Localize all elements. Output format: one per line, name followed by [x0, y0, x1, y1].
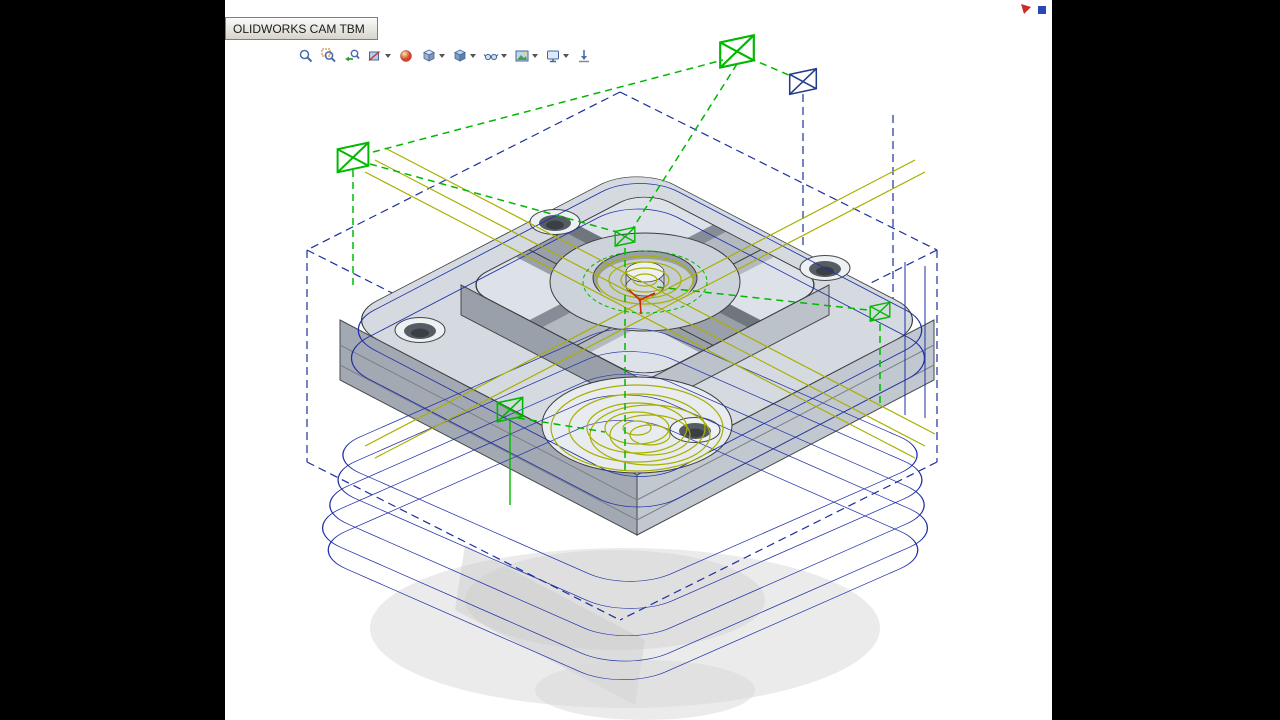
zoom-to-area-icon — [321, 48, 336, 63]
zoom-to-area-button[interactable] — [320, 47, 338, 65]
3d-view-arrow-button[interactable] — [575, 47, 593, 65]
hide-show-items-button[interactable] — [482, 47, 508, 65]
3d-view-arrow-icon — [579, 50, 589, 63]
solidworks-canvas: OLIDWORKS CAM TBM — [225, 0, 1052, 720]
apply-scene-button[interactable] — [513, 47, 539, 65]
view-settings-icon — [547, 50, 559, 63]
display-style-icon — [454, 49, 466, 62]
part-viewport[interactable] — [225, 0, 1052, 720]
hide-show-items-icon — [483, 53, 499, 61]
taskpane-blue-icon[interactable] — [1035, 2, 1048, 16]
tool-marker-navy — [788, 67, 818, 96]
tool-marker — [719, 34, 755, 69]
video-frame: OLIDWORKS CAM TBM — [0, 0, 1280, 720]
chevron-down-icon — [563, 54, 569, 58]
letterbox-right — [1052, 0, 1280, 720]
chevron-down-icon — [532, 54, 538, 58]
view-settings-button[interactable] — [544, 47, 570, 65]
window-controls — [1020, 2, 1048, 16]
previous-view-icon — [345, 49, 360, 62]
document-tab[interactable]: OLIDWORKS CAM TBM — [225, 17, 378, 40]
document-tab-label: OLIDWORKS CAM TBM — [233, 21, 365, 36]
floor-reflection — [370, 545, 880, 720]
zoom-to-fit-icon — [299, 49, 313, 63]
chevron-down-icon — [501, 54, 507, 58]
view-orientation-icon — [423, 49, 435, 62]
section-view-button[interactable] — [366, 47, 392, 65]
edit-appearance-icon — [400, 50, 412, 62]
chevron-down-icon — [470, 54, 476, 58]
letterbox-left — [0, 0, 225, 720]
previous-view-button[interactable] — [343, 47, 361, 65]
taskpane-red-icon[interactable] — [1020, 2, 1033, 16]
tool-marker — [336, 141, 370, 174]
chevron-down-icon — [439, 54, 445, 58]
section-view-icon — [368, 50, 380, 62]
zoom-to-fit-button[interactable] — [297, 47, 315, 65]
heads-up-toolbar — [297, 44, 593, 68]
view-orientation-button[interactable] — [420, 47, 446, 65]
display-style-button[interactable] — [451, 47, 477, 65]
chevron-down-icon — [385, 54, 391, 58]
apply-scene-icon — [515, 50, 529, 62]
edit-appearance-button[interactable] — [397, 47, 415, 65]
